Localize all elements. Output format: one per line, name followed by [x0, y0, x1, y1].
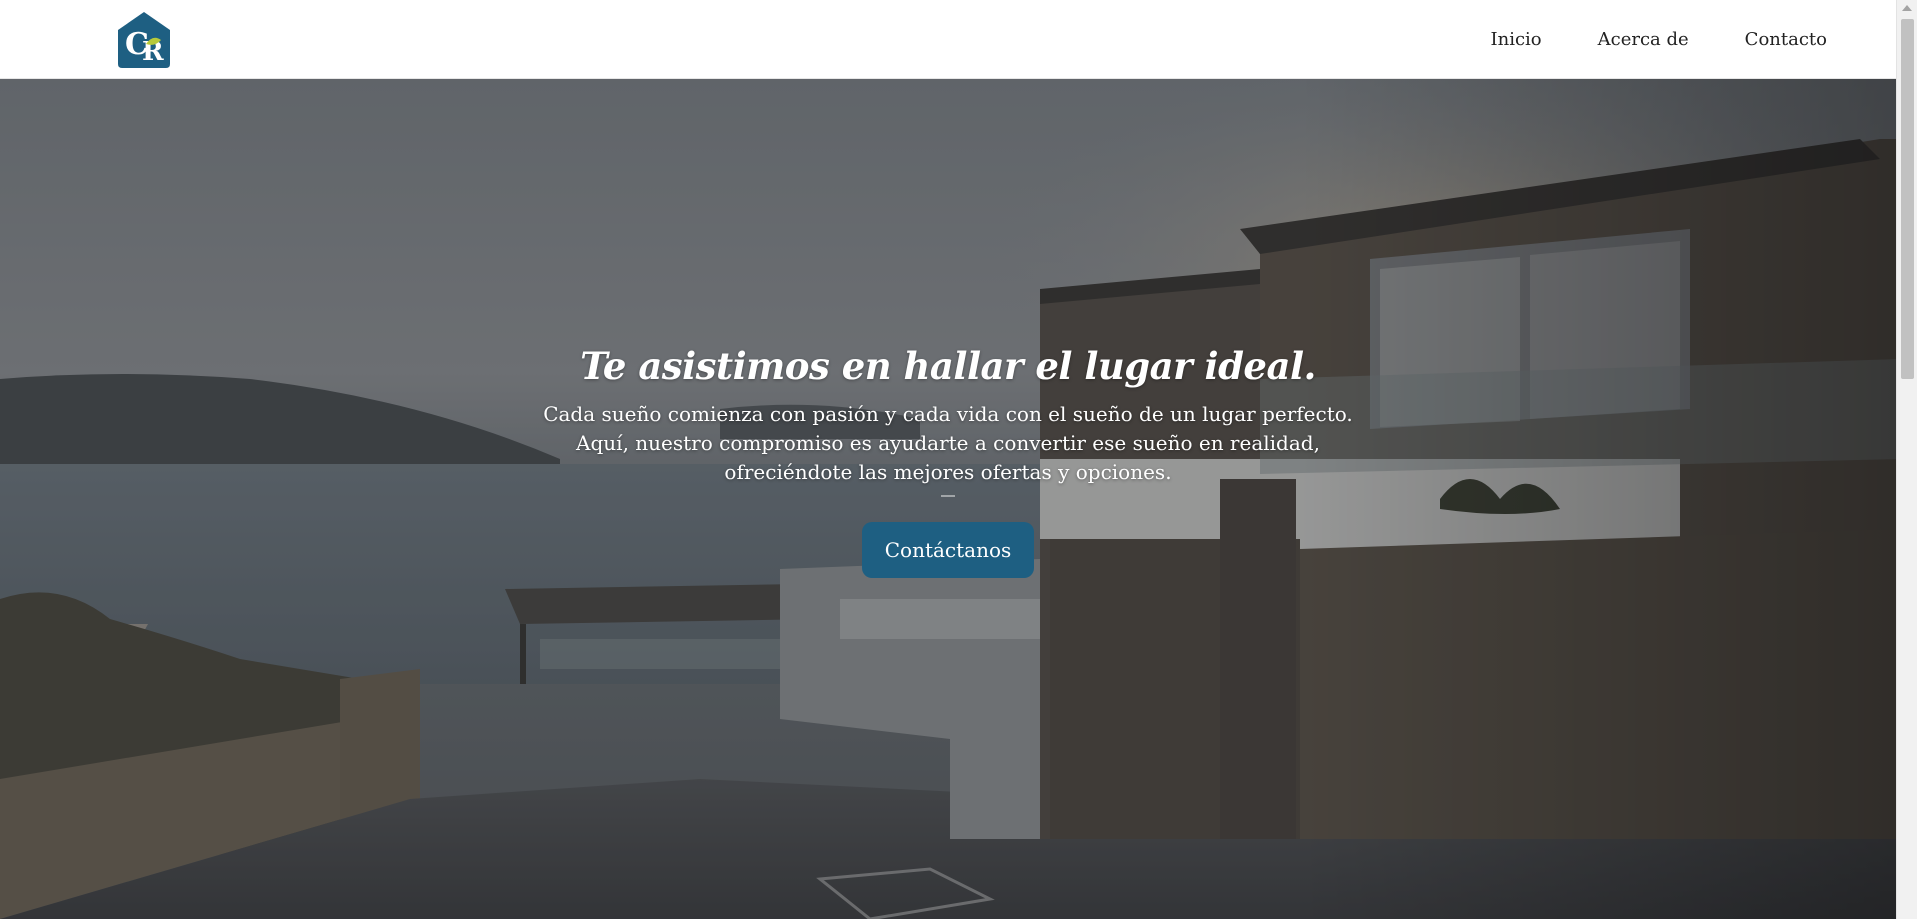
hero-section: Te asistimos en hallar el lugar ideal. C… [0, 79, 1896, 919]
hero-title: Te asistimos en hallar el lugar ideal. [580, 344, 1316, 388]
nav-inicio[interactable]: Inicio [1490, 29, 1541, 50]
scrollbar-thumb[interactable] [1901, 19, 1914, 379]
hero-text-line-3: ofreciéndote las mejores ofertas y opcio… [724, 460, 1172, 485]
house-logo-icon: C R [118, 12, 170, 68]
main-nav: Inicio Acerca de Contacto [1490, 22, 1827, 56]
hero-text-line-2: Aquí, nuestro compromiso es ayudarte a c… [576, 431, 1320, 456]
nav-contacto[interactable]: Contacto [1745, 29, 1827, 50]
hero-content: Te asistimos en hallar el lugar ideal. C… [0, 342, 1896, 579]
hero-divider [941, 495, 955, 498]
logo[interactable]: C R [115, 10, 173, 70]
site-header: C R Inicio Acerca de Contacto [0, 0, 1896, 79]
hero-description: Cada sueño comienza con pasión y cada vi… [538, 400, 1358, 487]
hero-text-line-1: Cada sueño comienza con pasión y cada vi… [543, 402, 1353, 427]
nav-acerca-de[interactable]: Acerca de [1598, 29, 1689, 50]
chevron-up-icon[interactable] [1902, 5, 1912, 11]
contact-button[interactable]: Contáctanos [862, 522, 1034, 579]
vertical-scrollbar[interactable] [1896, 0, 1917, 919]
